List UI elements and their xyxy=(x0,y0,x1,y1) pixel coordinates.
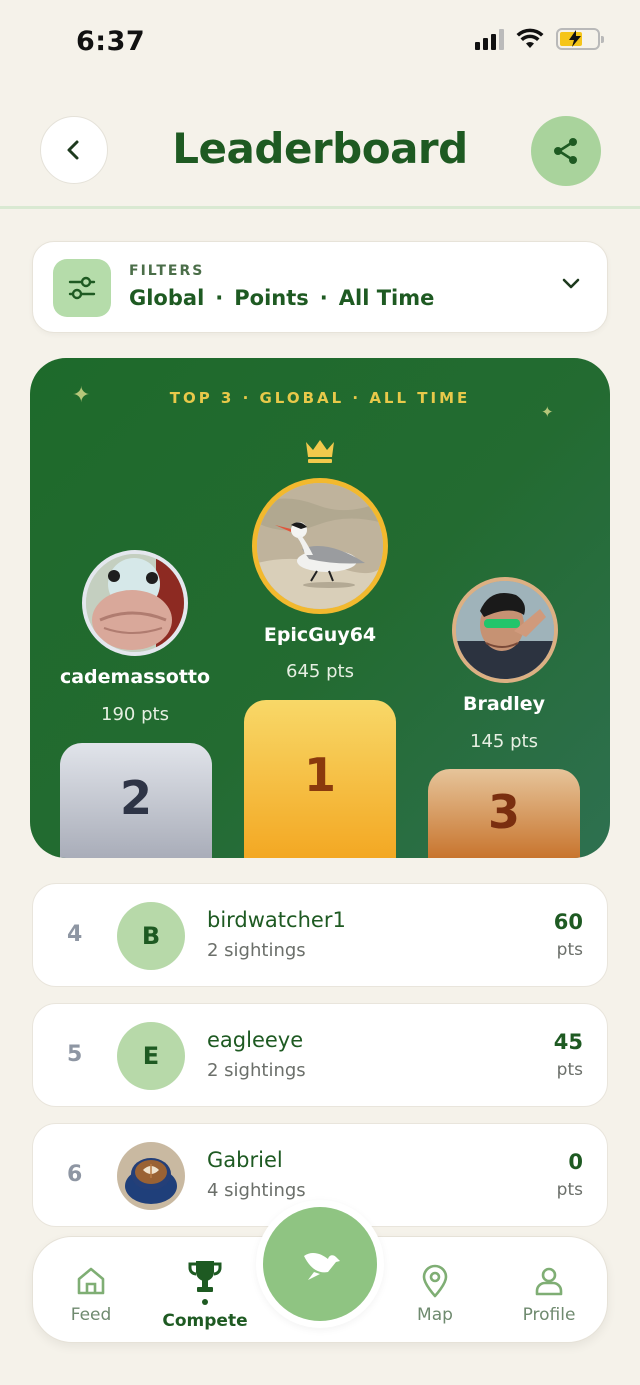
podium-title: TOP 3 · GLOBAL · ALL TIME xyxy=(169,389,471,407)
first-place-block: 1 xyxy=(244,700,396,858)
filters-card[interactable]: FILTERS Global · Points · All Time xyxy=(32,241,608,333)
nav-feed-label: Feed xyxy=(70,1305,112,1325)
status-bar: 6:37 xyxy=(0,0,640,90)
avatar: B xyxy=(117,902,185,970)
nav-map-label: Map xyxy=(417,1305,453,1325)
bird-icon xyxy=(304,1252,340,1280)
cellular-signal-icon xyxy=(475,28,504,50)
header-divider xyxy=(0,206,640,209)
second-place-points: 190 pts xyxy=(101,704,169,725)
battery-icon xyxy=(556,28,604,50)
map-pin-icon xyxy=(420,1263,450,1299)
row-points-unit: pts xyxy=(556,1180,583,1200)
row-sightings: 4 sightings xyxy=(207,1180,306,1201)
first-place-avatar[interactable] xyxy=(252,478,388,614)
status-time: 6:37 xyxy=(76,26,146,57)
avatar: E xyxy=(117,1022,185,1090)
active-indicator xyxy=(202,1299,208,1305)
avatar xyxy=(117,1142,185,1210)
second-place-block: 2 xyxy=(60,743,212,858)
row-sightings: 2 sightings xyxy=(207,940,306,961)
nav-map[interactable]: Map xyxy=(385,1237,485,1344)
filter-metric: Points xyxy=(234,286,309,310)
nav-feed[interactable]: Feed xyxy=(41,1237,141,1344)
nav-profile[interactable]: Profile xyxy=(499,1237,599,1344)
nav-compete[interactable]: Compete xyxy=(155,1237,255,1344)
first-place-name: EpicGuy64 xyxy=(263,624,377,646)
third-place-name: Bradley xyxy=(462,693,546,715)
status-icons xyxy=(475,28,604,50)
filters-caption: FILTERS xyxy=(129,263,205,279)
sparkle-icon: ✦ xyxy=(541,403,554,421)
second-place-avatar[interactable] xyxy=(82,550,188,656)
row-sightings: 2 sightings xyxy=(207,1060,306,1081)
third-place-points: 145 pts xyxy=(470,731,538,752)
nav-profile-label: Profile xyxy=(522,1305,576,1325)
filter-period: All Time xyxy=(338,286,435,310)
crown-icon xyxy=(306,440,334,463)
share-button[interactable] xyxy=(531,116,601,186)
header: Leaderboard xyxy=(0,116,640,186)
share-icon xyxy=(554,138,577,164)
top-three-podium: TOP 3 · GLOBAL · ALL TIME ✦ ✦ EpicGuy64 … xyxy=(30,358,610,858)
trophy-icon xyxy=(187,1259,223,1295)
third-place-block: 3 xyxy=(428,769,580,858)
third-place-avatar[interactable] xyxy=(452,577,558,683)
row-points: 60 xyxy=(553,910,583,934)
row-points-unit: pts xyxy=(556,1060,583,1080)
row-rank: 5 xyxy=(67,1042,83,1067)
second-place-name: cademassotto xyxy=(59,666,211,688)
home-icon xyxy=(75,1263,107,1299)
row-points: 45 xyxy=(553,1030,583,1054)
filter-separator: · xyxy=(215,286,224,310)
leaderboard-row[interactable]: 4 B birdwatcher1 2 sightings 60 pts xyxy=(32,883,608,987)
sparkle-icon: ✦ xyxy=(72,383,91,408)
user-icon xyxy=(533,1263,565,1299)
leaderboard-row[interactable]: 5 E eagleeye 2 sightings 45 pts xyxy=(32,1003,608,1107)
filters-summary: Global · Points · All Time xyxy=(129,286,434,310)
row-rank: 4 xyxy=(67,922,83,947)
log-sighting-button[interactable] xyxy=(263,1207,377,1321)
nav-compete-label: Compete xyxy=(162,1311,248,1331)
row-points-unit: pts xyxy=(556,940,583,960)
first-place-points: 645 pts xyxy=(286,661,354,682)
filter-scope: Global xyxy=(129,286,205,310)
row-name: eagleeye xyxy=(207,1028,304,1052)
sliders-icon xyxy=(53,259,111,317)
row-name: Gabriel xyxy=(207,1148,283,1172)
chevron-down-icon xyxy=(562,278,580,289)
filter-separator: · xyxy=(319,286,328,310)
row-points: 0 xyxy=(568,1150,583,1174)
row-name: birdwatcher1 xyxy=(207,908,346,932)
wifi-icon xyxy=(516,28,544,48)
row-rank: 6 xyxy=(67,1162,83,1187)
